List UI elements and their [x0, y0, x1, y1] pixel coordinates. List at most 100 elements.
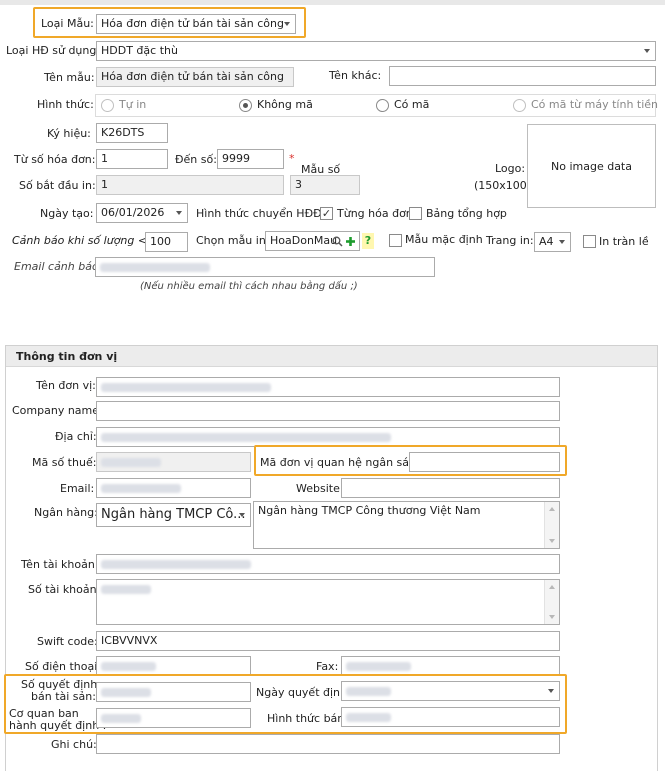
may-tinh-tien-label: Có mã từ máy tính tiền: [531, 98, 659, 111]
mau-so-value: 3: [295, 178, 302, 191]
ghi-chu-input[interactable]: [96, 734, 560, 754]
fax-input[interactable]: [341, 656, 560, 676]
ngan-hang-memo[interactable]: Ngân hàng TMCP Công thương Việt Nam: [253, 501, 560, 549]
email-input[interactable]: [96, 478, 251, 498]
ten-mau-value: Hóa đơn điện tử bán tài sản công: [101, 70, 284, 83]
den-so-label: Đến số:: [175, 153, 217, 166]
bang-tong-hop-checkbox[interactable]: [409, 207, 422, 220]
mau-mac-dinh-checkbox[interactable]: [389, 234, 402, 247]
ma-so-thue-field[interactable]: [96, 452, 251, 472]
bang-tong-hop-label: Bảng tổng hợp: [426, 207, 507, 220]
company-name-label: Company name:: [12, 404, 103, 417]
add-icon[interactable]: [345, 236, 356, 247]
memo-scrollbar[interactable]: [544, 580, 559, 624]
ky-hieu-label: Ký hiệu:: [47, 127, 91, 140]
tung-hoa-don-label: Từng hóa đơn: [337, 207, 413, 220]
company-name-input[interactable]: [96, 401, 560, 421]
trang-in-value: A4: [539, 235, 554, 248]
ngan-hang-combo[interactable]: Ngân hàng TMCP Cô...: [96, 503, 251, 527]
ten-khac-label: Tên khác:: [329, 69, 382, 82]
scroll-up-icon: [549, 585, 555, 589]
so-dien-thoai-input[interactable]: [96, 656, 251, 676]
logo-label: Logo:: [495, 162, 526, 175]
redacted-value: [101, 661, 156, 671]
khong-ma-label: Không mã: [257, 98, 313, 111]
radio-tu-in[interactable]: [101, 99, 114, 112]
scroll-up-icon: [549, 507, 555, 511]
so-tai-khoan-label: Số tài khoản:: [28, 583, 101, 596]
ten-don-vi-label: Tên đơn vị:: [36, 379, 96, 392]
memo-scrollbar[interactable]: [544, 502, 559, 548]
radio-khong-ma[interactable]: [239, 99, 252, 112]
canh-bao-label: Cảnh báo khi số lượng <=: [12, 234, 157, 247]
mau-so-field[interactable]: 3: [290, 175, 360, 195]
ten-don-vi-input[interactable]: [96, 377, 560, 397]
help-icon[interactable]: ?: [362, 233, 374, 249]
email-canh-bao-input[interactable]: [95, 257, 435, 277]
hinh-thuc-chuyen-label: Hình thức chuyển HĐĐT:: [196, 207, 331, 220]
in-tran-le-checkbox[interactable]: [583, 235, 596, 248]
so-bat-dau-value: 1: [101, 178, 108, 191]
redacted-value: [101, 432, 391, 442]
chon-mau-value: HoaDonMau: [270, 234, 338, 247]
so-bat-dau-field[interactable]: 1: [96, 175, 284, 195]
search-icon[interactable]: [332, 236, 343, 247]
section-title: Thông tin đơn vị: [16, 350, 118, 363]
ten-mau-field[interactable]: Hóa đơn điện tử bán tài sản công: [96, 67, 294, 87]
chon-mau-input[interactable]: HoaDonMau: [265, 231, 360, 251]
ngan-hang-full: Ngân hàng TMCP Công thương Việt Nam: [258, 504, 481, 517]
trang-in-label: Trang in:: [486, 234, 534, 247]
loai-hd-combo[interactable]: HDDT đặc thù: [96, 41, 656, 61]
highlight-loai-mau: [33, 7, 306, 38]
swift-value: ICBVVNVX: [101, 634, 158, 647]
in-tran-le-label: In tràn lề: [599, 235, 649, 248]
scroll-down-icon: [549, 615, 555, 619]
fax-label: Fax:: [316, 660, 339, 673]
radio-may-tinh-tien[interactable]: [513, 99, 526, 112]
ten-tai-khoan-label: Tên tài khoản:: [21, 558, 99, 571]
ngay-tao-combo[interactable]: 06/01/2026: [96, 203, 188, 223]
logo-box[interactable]: No image data: [527, 124, 656, 208]
so-bat-dau-label: Số bắt đầu in:: [19, 179, 96, 192]
tung-hoa-don-checkbox[interactable]: ✓: [320, 207, 333, 220]
dia-chi-label: Địa chỉ:: [55, 430, 97, 443]
highlight-quyet-dinh: [4, 674, 567, 734]
ten-tai-khoan-input[interactable]: [96, 554, 560, 574]
radio-co-ma[interactable]: [376, 99, 389, 112]
co-ma-label: Có mã: [394, 98, 430, 111]
so-dien-thoai-label: Số điện thoại:: [25, 660, 102, 673]
website-input[interactable]: [341, 478, 560, 498]
swift-input[interactable]: ICBVVNVX: [96, 631, 560, 651]
required-mark: *: [289, 152, 295, 165]
chevron-down-icon: [644, 49, 650, 53]
hinh-thuc-label: Hình thức:: [37, 98, 94, 111]
canh-bao-value: 100: [150, 235, 171, 248]
tu-so-input[interactable]: 1: [96, 149, 168, 169]
ky-hieu-input[interactable]: K26DTS: [96, 123, 168, 143]
redacted-value: [346, 661, 411, 671]
chevron-down-icon: [176, 211, 182, 215]
chevron-down-icon: [559, 240, 565, 244]
chon-mau-label: Chọn mẫu in:: [196, 234, 270, 247]
logo-size-label: (150x100): [474, 179, 532, 192]
ngan-hang-value: Ngân hàng TMCP Cô...: [101, 507, 246, 522]
den-so-input[interactable]: 9999: [217, 149, 284, 169]
redacted-value: [101, 457, 161, 467]
redacted-value: [101, 382, 271, 392]
den-so-value: 9999: [222, 152, 250, 165]
redacted-value: [100, 262, 210, 272]
mau-mac-dinh-label: Mẫu mặc định: [405, 233, 483, 246]
loai-hd-label: Loại HĐ sử dụng:: [6, 44, 101, 57]
tu-in-label: Tự in: [119, 98, 147, 111]
tu-so-label: Từ số hóa đơn:: [14, 153, 96, 166]
ten-mau-label: Tên mẫu:: [44, 71, 95, 84]
ten-khac-input[interactable]: [389, 66, 656, 86]
redacted-value: [101, 559, 251, 569]
so-tai-khoan-memo[interactable]: [96, 579, 560, 625]
dia-chi-input[interactable]: [96, 427, 560, 447]
chevron-down-icon: [239, 513, 245, 517]
scroll-down-icon: [549, 539, 555, 543]
canh-bao-input[interactable]: 100: [145, 232, 188, 252]
tu-so-value: 1: [101, 152, 108, 165]
trang-in-combo[interactable]: A4: [534, 232, 571, 252]
